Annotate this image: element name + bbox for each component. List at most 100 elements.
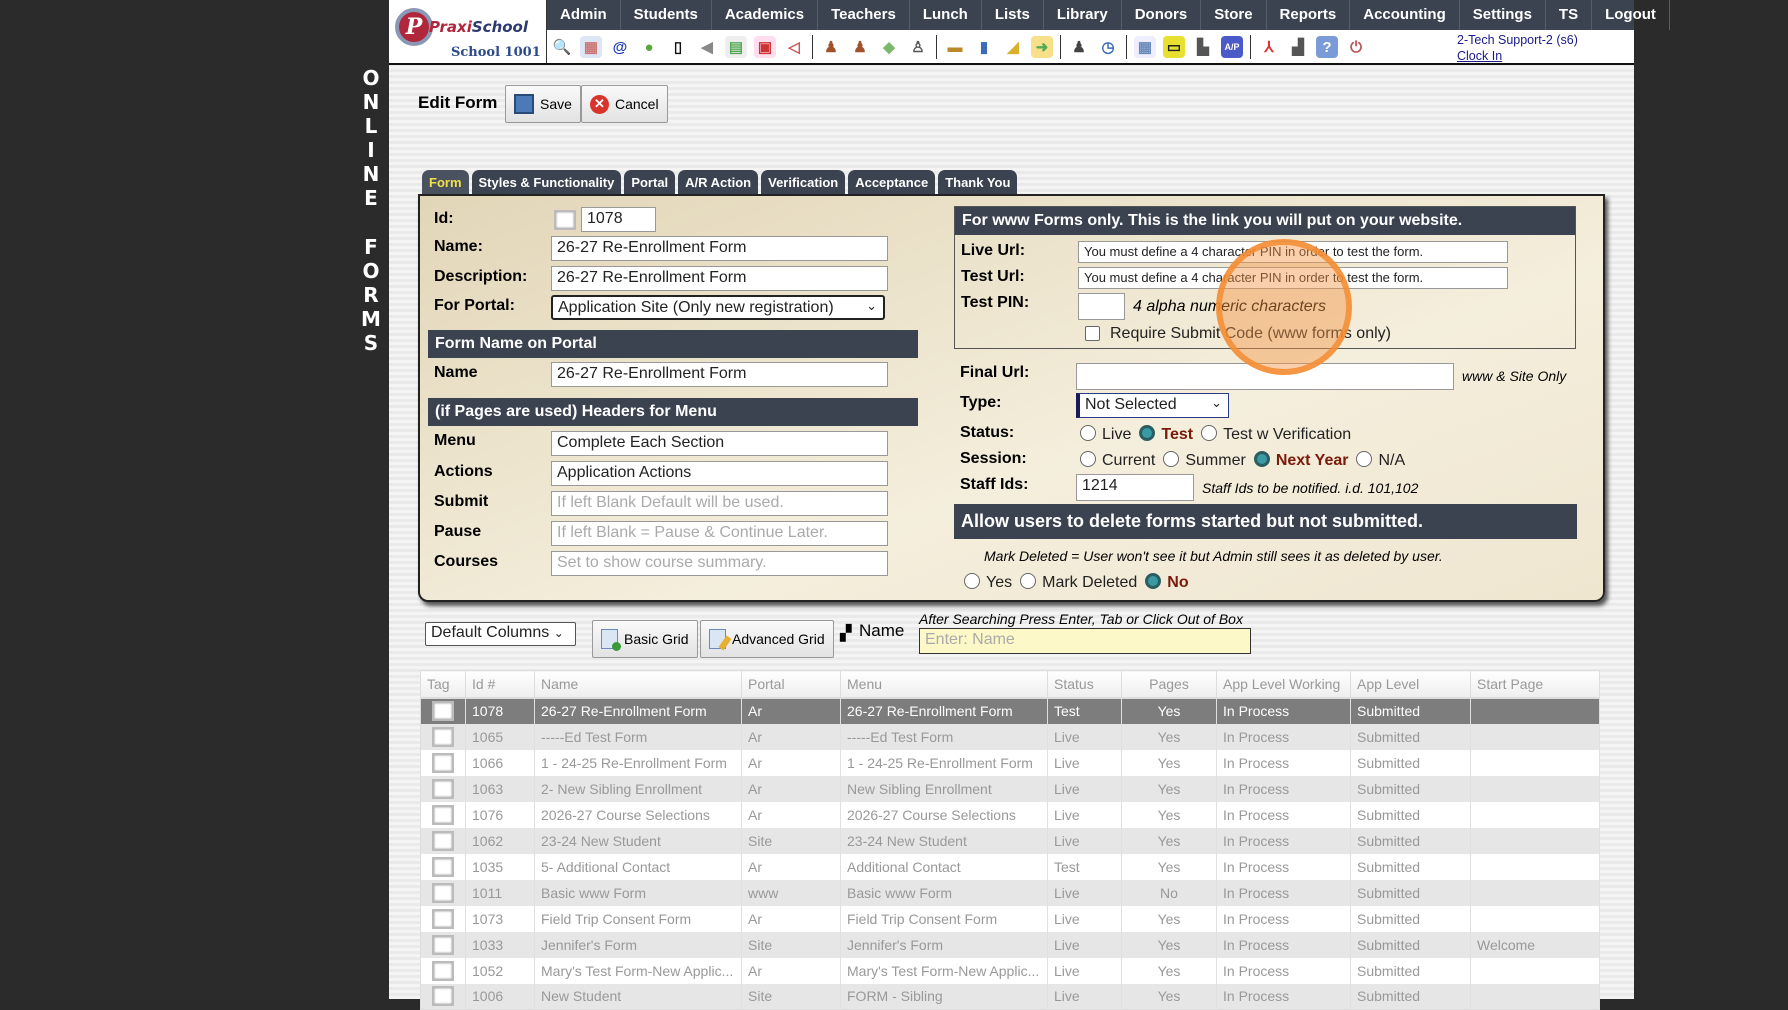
- radio-current[interactable]: [1080, 451, 1096, 467]
- nav-reports[interactable]: Reports: [1267, 0, 1351, 30]
- column-header[interactable]: Name: [534, 670, 742, 699]
- table-row[interactable]: 1033 Jennifer's Form Site Jennifer's Form Li…: [420, 931, 1600, 958]
- test-pin-field[interactable]: [1078, 293, 1125, 320]
- logo[interactable]: P PraxiSchool School 1001: [389, 0, 547, 63]
- clock-in-link[interactable]: Clock In: [1457, 49, 1502, 63]
- speaker-icon[interactable]: ◀: [696, 36, 718, 58]
- advanced-grid-button[interactable]: Advanced Grid: [700, 620, 834, 658]
- money-icon[interactable]: ◆: [878, 36, 900, 58]
- tag-checkbox[interactable]: [432, 830, 454, 851]
- schedule-icon[interactable]: ▤: [725, 36, 747, 58]
- table-row[interactable]: 1035 5- Additional Contact Ar Additional Co…: [420, 853, 1600, 880]
- live-url-field[interactable]: You must define a 4 character PIN in ord…: [1078, 241, 1508, 263]
- nav-lunch[interactable]: Lunch: [910, 0, 982, 30]
- table-row[interactable]: 1006 New Student Site FORM - Sibling Live Yes…: [420, 983, 1600, 1010]
- megaphone-icon[interactable]: ◁: [783, 36, 805, 58]
- column-header[interactable]: App Level: [1350, 670, 1471, 699]
- nav-students[interactable]: Students: [621, 0, 712, 30]
- table-row[interactable]: 1066 1 - 24-25 Re-Enrollment Form Ar 1 - 24…: [420, 749, 1600, 776]
- tag-checkbox[interactable]: [432, 804, 454, 825]
- nav-ts[interactable]: TS: [1546, 0, 1593, 30]
- export-icon[interactable]: ➜: [1031, 36, 1053, 58]
- book-icon[interactable]: ▮: [973, 36, 995, 58]
- tag-checkbox[interactable]: [432, 752, 454, 773]
- radio-test-w-verification[interactable]: [1201, 425, 1218, 441]
- table-row[interactable]: 1052 Mary's Test Form-New Applic... Ar Mary…: [420, 957, 1600, 984]
- radio-summer[interactable]: [1163, 451, 1180, 467]
- tab-styles-functionality[interactable]: Styles & Functionality: [471, 170, 622, 194]
- column-header[interactable]: Menu: [840, 670, 1048, 699]
- parents-icon[interactable]: ♙: [907, 36, 929, 58]
- radio-no[interactable]: [1145, 573, 1162, 589]
- printer-icon[interactable]: ▙: [1192, 36, 1214, 58]
- cash-register-icon[interactable]: ▟: [1287, 36, 1309, 58]
- email-at-icon[interactable]: @: [609, 36, 631, 58]
- column-header[interactable]: Pages: [1121, 670, 1217, 699]
- ap-icon[interactable]: A/P: [1221, 36, 1243, 58]
- mobile-phone-icon[interactable]: ▯: [667, 36, 689, 58]
- radio-yes[interactable]: [964, 573, 980, 589]
- tab-thank-you[interactable]: Thank You: [938, 170, 1018, 194]
- tab-verification[interactable]: Verification: [761, 170, 846, 194]
- type-select[interactable]: Not Selected ⌄: [1076, 393, 1229, 418]
- table-row[interactable]: 1073 Field Trip Consent Form Ar Field Trip …: [420, 905, 1600, 932]
- pdf-icon[interactable]: ⅄: [1258, 36, 1280, 58]
- tag-checkbox[interactable]: [432, 778, 454, 799]
- radio-mark-deleted[interactable]: [1020, 573, 1037, 589]
- radio-live[interactable]: [1080, 425, 1096, 441]
- staff-ids-field[interactable]: 1214: [1076, 474, 1194, 501]
- tag-checkbox[interactable]: [432, 882, 454, 903]
- nav-academics[interactable]: Academics: [712, 0, 819, 30]
- nav-lists[interactable]: Lists: [982, 0, 1044, 30]
- tab-acceptance[interactable]: Acceptance: [848, 170, 936, 194]
- add-student-icon[interactable]: ♟: [820, 36, 842, 58]
- column-header[interactable]: Start Page: [1470, 670, 1600, 699]
- table-row[interactable]: 1078 26-27 Re-Enrollment Form Ar 26-27 Re-E…: [420, 697, 1600, 724]
- nav-logout[interactable]: Logout: [1592, 0, 1670, 30]
- tab-portal[interactable]: Portal: [624, 170, 676, 194]
- save-button[interactable]: Save: [505, 85, 581, 123]
- for-portal-select[interactable]: Application Site (Only new registration)…: [551, 295, 885, 320]
- power-icon[interactable]: ⏻: [1345, 36, 1367, 58]
- table-row[interactable]: 1062 23-24 New Student Site 23-24 New Stude…: [420, 827, 1600, 854]
- id-field[interactable]: 1078: [581, 207, 656, 232]
- column-header[interactable]: Id #: [465, 670, 535, 699]
- tag-checkbox[interactable]: [432, 856, 454, 877]
- nav-settings[interactable]: Settings: [1460, 0, 1546, 30]
- basic-grid-button[interactable]: Basic Grid: [592, 620, 698, 658]
- tag-checkbox[interactable]: [432, 726, 454, 747]
- nav-donors[interactable]: Donors: [1122, 0, 1202, 30]
- calendar-grid-icon[interactable]: ▦: [580, 36, 602, 58]
- nav-accounting[interactable]: Accounting: [1350, 0, 1460, 30]
- menu-field[interactable]: Complete Each Section: [551, 431, 888, 456]
- radio-n-a[interactable]: [1356, 451, 1373, 467]
- portal-name-field[interactable]: 26-27 Re-Enrollment Form: [551, 362, 888, 387]
- column-header[interactable]: Portal: [741, 670, 841, 699]
- tag-checkbox[interactable]: [432, 908, 454, 929]
- chat-icon[interactable]: ●: [638, 36, 660, 58]
- final-url-field[interactable]: [1076, 363, 1454, 390]
- name-field[interactable]: 26-27 Re-Enrollment Form: [551, 236, 888, 261]
- table-row[interactable]: 1011 Basic www Form www Basic www Form Live N…: [420, 879, 1600, 906]
- table-row[interactable]: 1063 2- New Sibling Enrollment Ar New Sibli…: [420, 775, 1600, 802]
- column-header[interactable]: Status: [1047, 670, 1122, 699]
- tag-checkbox[interactable]: [432, 701, 454, 721]
- actions-field[interactable]: Application Actions: [551, 461, 888, 486]
- spreadsheet-icon[interactable]: ▦: [1134, 36, 1156, 58]
- clock-icon[interactable]: ◷: [1097, 36, 1119, 58]
- lunch-icon[interactable]: ▬: [944, 36, 966, 58]
- tag-checkbox[interactable]: [432, 986, 454, 1007]
- column-header[interactable]: App Level Working: [1216, 670, 1351, 699]
- search-icon[interactable]: 🔍: [551, 36, 573, 58]
- nav-admin[interactable]: Admin: [547, 0, 621, 30]
- student-icon[interactable]: ♟: [849, 36, 871, 58]
- table-row[interactable]: 1076 2026-27 Course Selections Ar 2026-27 C…: [420, 801, 1600, 828]
- columns-select[interactable]: Default Columns ⌄: [425, 622, 576, 646]
- tab-a-r-action[interactable]: A/R Action: [678, 170, 759, 194]
- id-checkbox[interactable]: [554, 210, 576, 230]
- column-header[interactable]: Tag: [420, 670, 466, 699]
- help-icon[interactable]: ?: [1316, 36, 1338, 58]
- search-name-input[interactable]: Enter: Name: [919, 628, 1251, 654]
- bell-icon[interactable]: ◢: [1002, 36, 1024, 58]
- description-field[interactable]: 26-27 Re-Enrollment Form: [551, 266, 888, 291]
